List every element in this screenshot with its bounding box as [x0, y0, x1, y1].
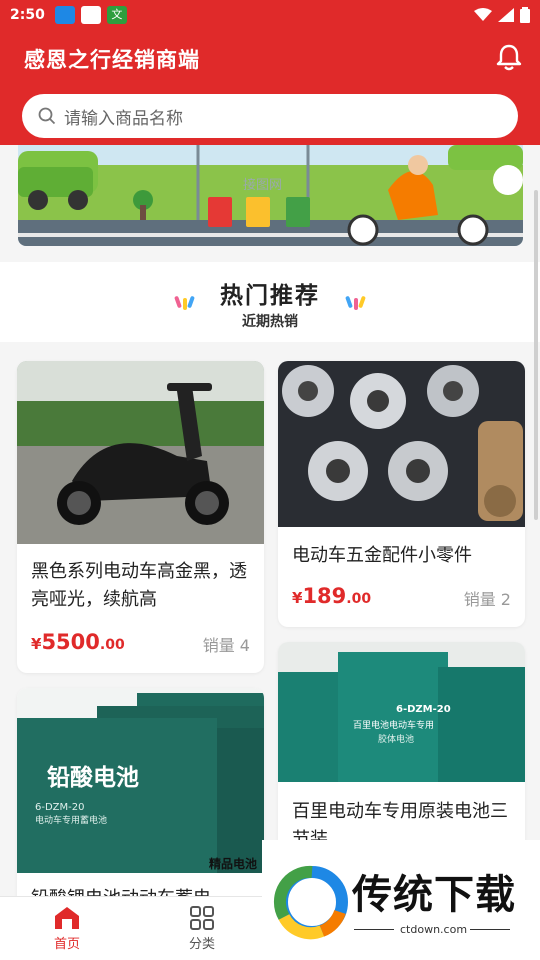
header: 感恩之行经销商端 请输入商品名称: [0, 30, 540, 145]
scrollbar[interactable]: [534, 190, 538, 520]
product-image-scooter: [17, 361, 264, 544]
search-bar[interactable]: 请输入商品名称: [22, 94, 518, 138]
svg-text:6-DZM-20: 6-DZM-20: [396, 704, 451, 715]
product-card[interactable]: 电动车五金配件小零件 ¥189.00 销量 2: [278, 361, 525, 627]
watermark-url: ctdown.com: [400, 923, 468, 936]
search-icon: [38, 107, 56, 125]
app-title: 感恩之行经销商端: [24, 48, 200, 72]
product-sales: 销量 4: [202, 636, 250, 655]
status-bar: 2:50 文: [0, 0, 540, 30]
banner-watermark: 接图网: [243, 177, 282, 193]
svg-text:电动车专用蓄电池: 电动车专用蓄电池: [35, 814, 107, 826]
app-badge-icon: 文: [106, 6, 127, 24]
app-icon: [80, 6, 101, 24]
bell-icon[interactable]: [494, 42, 524, 72]
product-image-hardware: [278, 361, 525, 527]
svg-text:胶体电池: 胶体电池: [378, 733, 414, 745]
banner-image: 接图网: [18, 145, 523, 246]
svg-text:精品电池: 精品电池: [209, 856, 257, 871]
svg-text:百里电池电动车专用: 百里电池电动车专用: [353, 719, 434, 731]
section-title: 热门推荐: [220, 283, 320, 309]
product-image-battery-pack: 铅酸电池 6-DZM-20 电动车专用蓄电池 精品电池: [17, 688, 264, 873]
product-card[interactable]: 黑色系列电动车高金黑，透亮哑光，续航高 ¥5500.00 销量 4: [17, 361, 264, 673]
search-placeholder: 请输入商品名称: [64, 108, 183, 129]
product-price: ¥189.00: [292, 584, 372, 608]
svg-text:铅酸电池: 铅酸电池: [47, 764, 139, 791]
battery-icon: [520, 7, 530, 23]
section-subtitle: 近期热销: [242, 314, 298, 330]
watermark-line-left: [354, 929, 394, 930]
grid-icon: [190, 906, 214, 930]
signal-icon: [498, 8, 514, 22]
watermark-line-right: [470, 929, 510, 930]
watermark-text: 传统下载: [352, 872, 516, 918]
product-sales: 销量 2: [463, 590, 511, 609]
home-icon: [55, 907, 79, 929]
svg-text:6-DZM-20: 6-DZM-20: [35, 802, 84, 813]
status-time: 2:50: [10, 7, 45, 23]
product-name: 黑色系列电动车高金黑，透亮哑光，续航高: [31, 561, 247, 610]
nav-label-home: 首页: [53, 937, 80, 952]
watermark-overlay: 传统下载 ctdown.com: [262, 840, 540, 960]
download-app-icon: [54, 6, 75, 24]
nav-item-category[interactable]: 分类: [172, 905, 232, 952]
nav-label-category: 分类: [188, 937, 215, 952]
product-name: 电动车五金配件小零件: [292, 545, 472, 566]
nav-item-home[interactable]: 首页: [37, 905, 97, 952]
hot-recommend-section: 热门推荐 近期热销: [0, 262, 540, 342]
wifi-icon: [474, 8, 492, 21]
watermark-logo-icon: [273, 865, 348, 940]
banner-carousel[interactable]: 接图网: [18, 145, 523, 246]
product-image-battery-boxes: 6-DZM-20 百里电池电动车专用 胶体电池: [278, 642, 525, 782]
product-price: ¥5500.00: [31, 630, 125, 654]
confetti-right-icon: [345, 296, 366, 310]
